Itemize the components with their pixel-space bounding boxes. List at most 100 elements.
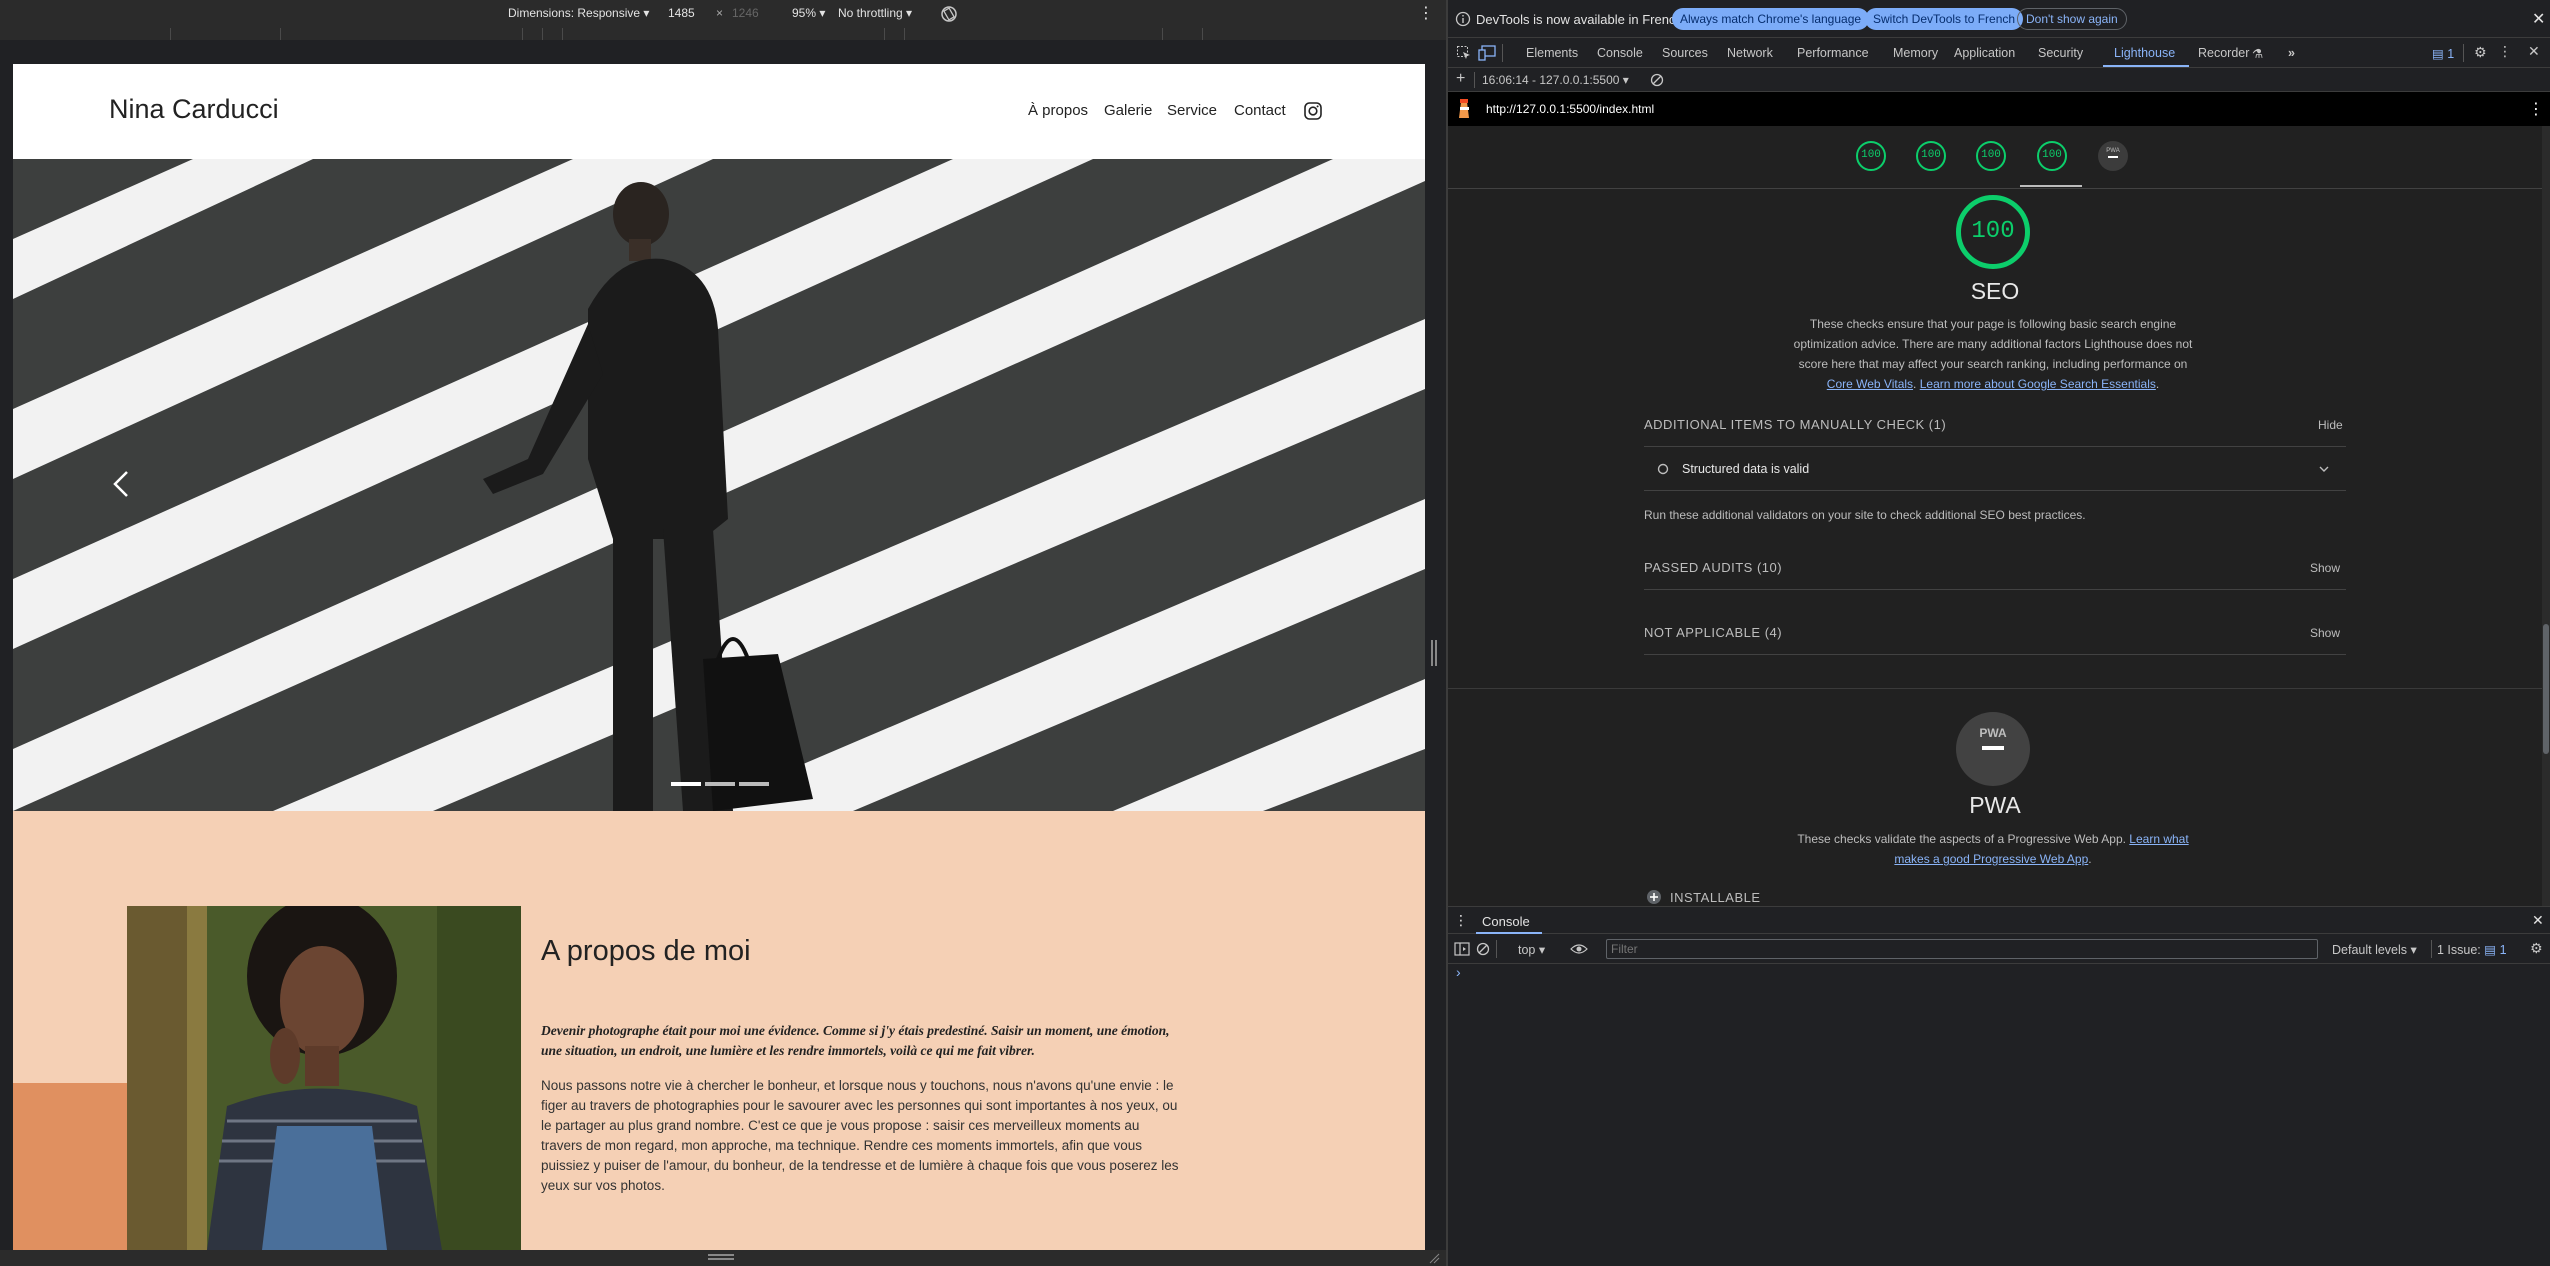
- context-selector[interactable]: top ▾: [1518, 942, 1545, 957]
- console-settings-icon[interactable]: ⚙: [2530, 940, 2543, 957]
- issues-counter[interactable]: ▤ 1: [2432, 46, 2454, 61]
- tab-console[interactable]: Console: [1597, 46, 1643, 60]
- manual-audit-circle-icon: [1657, 463, 1669, 475]
- zoom-label: 95%: [792, 6, 817, 20]
- nav-link-service[interactable]: Service: [1167, 102, 1217, 119]
- issues-count: 1: [2447, 47, 2455, 61]
- context-label: top: [1518, 943, 1536, 957]
- carousel-indicator-3[interactable]: [739, 782, 769, 786]
- tab-elements[interactable]: Elements: [1526, 46, 1578, 60]
- manual-check-label[interactable]: ADDITIONAL ITEMS TO MANUALLY CHECK (1): [1644, 417, 1946, 432]
- dismiss-button[interactable]: Don't show again: [2017, 8, 2127, 30]
- console-issues-link[interactable]: 1 Issue: ▤ 1: [2437, 942, 2507, 957]
- device-toolbar: Dimensions: Responsive ▾ 1485 × 1246 95%…: [0, 0, 1446, 28]
- score-accessibility[interactable]: 100: [1916, 141, 1946, 171]
- site-brand[interactable]: Nina Carducci: [109, 94, 279, 125]
- tab-application[interactable]: Application: [1954, 46, 2015, 60]
- dimensions-dropdown[interactable]: Dimensions: Responsive ▾: [508, 6, 649, 20]
- device-more-icon[interactable]: ⋮: [1418, 3, 1434, 23]
- devtools-tabbar: Elements Console Sources Network Perform…: [1448, 38, 2550, 68]
- drawer-tab-console[interactable]: Console: [1482, 914, 1530, 929]
- clear-reports-icon[interactable]: [1650, 73, 1664, 87]
- passed-show-button[interactable]: Show: [2310, 561, 2340, 575]
- report-scroll-thumb[interactable]: [2543, 624, 2549, 754]
- about-accent-block: [13, 1083, 127, 1250]
- switch-french-button[interactable]: Switch DevTools to French: [1865, 8, 2024, 30]
- clear-console-icon[interactable]: [1476, 942, 1490, 956]
- report-scrollbar[interactable]: [2542, 126, 2550, 906]
- more-tabs-icon[interactable]: »: [2288, 46, 2295, 60]
- seo-title: SEO: [1970, 278, 2020, 304]
- carousel-image: [13, 159, 1425, 811]
- chevron-down-icon[interactable]: [2318, 464, 2330, 474]
- learn-more-link[interactable]: Learn more about Google Search Essential…: [1920, 377, 2156, 391]
- nav-link-contact[interactable]: Contact: [1234, 102, 1286, 119]
- nav-link-galerie[interactable]: Galerie: [1104, 102, 1152, 119]
- tab-recorder[interactable]: Recorder: [2198, 46, 2249, 60]
- na-show-button[interactable]: Show: [2310, 626, 2340, 640]
- pwa-title: PWA: [1969, 792, 2021, 818]
- nav-link-apropos[interactable]: À propos: [1028, 102, 1088, 119]
- console-sidebar-icon[interactable]: [1454, 942, 1470, 956]
- passed-audits-label[interactable]: PASSED AUDITS (10): [1644, 560, 1782, 575]
- tab-performance[interactable]: Performance: [1797, 46, 1869, 60]
- zoom-dropdown[interactable]: 95% ▾: [792, 6, 825, 20]
- tab-memory[interactable]: Memory: [1893, 46, 1938, 60]
- language-infobar: DevTools is now available in French! Alw…: [1448, 0, 2550, 38]
- seo-gauge: 100: [1956, 195, 2030, 269]
- report-selector-label: 16:06:14 - 127.0.0.1:5500: [1482, 73, 1620, 87]
- close-devtools-icon[interactable]: ✕: [2528, 43, 2540, 60]
- tab-network[interactable]: Network: [1727, 46, 1773, 60]
- console-output[interactable]: ›: [1448, 964, 2550, 1266]
- console-prompt[interactable]: ›: [1456, 964, 1461, 980]
- not-applicable-label[interactable]: NOT APPLICABLE (4): [1644, 625, 1782, 640]
- installable-label[interactable]: INSTALLABLE: [1670, 890, 1761, 905]
- hero-carousel[interactable]: [13, 159, 1425, 811]
- instagram-icon[interactable]: [1303, 101, 1323, 121]
- manual-note: Run these additional validators on your …: [1644, 508, 2086, 522]
- corner-resize-icon[interactable]: [1428, 1252, 1440, 1264]
- score-performance[interactable]: 100: [1856, 141, 1886, 171]
- throttling-label: No throttling: [838, 6, 903, 20]
- height-input[interactable]: 1246: [732, 6, 759, 20]
- score-seo[interactable]: 100: [2037, 141, 2067, 171]
- live-expression-eye-icon[interactable]: [1570, 942, 1588, 956]
- throttling-dropdown[interactable]: No throttling ▾: [838, 6, 912, 20]
- drawer-menu-icon[interactable]: ⋮: [1454, 912, 1468, 929]
- score-pwa[interactable]: PWA: [2098, 141, 2128, 171]
- close-infobar-icon[interactable]: ✕: [2532, 9, 2545, 29]
- pwa-badge: PWA: [1956, 712, 2030, 786]
- width-input[interactable]: 1485: [668, 6, 695, 20]
- devtools-menu-icon[interactable]: ⋮: [2498, 43, 2512, 60]
- score-best-practices[interactable]: 100: [1976, 141, 2006, 171]
- inspect-element-icon[interactable]: [1456, 45, 1472, 61]
- tab-lighthouse[interactable]: Lighthouse: [2114, 46, 2175, 60]
- pwa-badge-label: PWA: [1979, 726, 2007, 740]
- log-levels-dropdown[interactable]: Default levels ▾: [2332, 942, 2417, 957]
- score-underline: [2020, 185, 2082, 187]
- structured-data-audit[interactable]: Structured data is valid: [1682, 462, 1809, 476]
- core-web-vitals-link[interactable]: Core Web Vitals: [1827, 377, 1913, 391]
- manual-hide-button[interactable]: Hide: [2318, 418, 2343, 432]
- report-menu-icon[interactable]: ⋮: [2528, 99, 2544, 119]
- tab-security[interactable]: Security: [2038, 46, 2083, 60]
- pwa-mini-label: PWA: [2106, 148, 2120, 154]
- tab-sources[interactable]: Sources: [1662, 46, 1708, 60]
- close-drawer-icon[interactable]: ✕: [2532, 912, 2544, 929]
- rotate-icon[interactable]: [938, 3, 960, 25]
- new-report-icon[interactable]: +: [1456, 70, 1465, 88]
- report-selector[interactable]: 16:06:14 - 127.0.0.1:5500 ▾: [1482, 73, 1629, 87]
- carousel-indicator-1[interactable]: [671, 782, 701, 786]
- carousel-prev-icon[interactable]: [109, 469, 133, 499]
- viewport-resize-bar[interactable]: [0, 1250, 1446, 1266]
- device-toggle-icon[interactable]: [1478, 45, 1496, 61]
- match-language-button[interactable]: Always match Chrome's language: [1672, 8, 1870, 30]
- console-issues-label: 1 Issue:: [2437, 943, 2481, 957]
- viewport-side-resize[interactable]: [1430, 640, 1438, 670]
- settings-icon[interactable]: ⚙: [2474, 44, 2487, 61]
- site-header: Nina Carducci À propos Galerie Service C…: [13, 64, 1425, 159]
- report-url[interactable]: http://127.0.0.1:5500/index.html: [1486, 102, 1654, 116]
- carousel-indicator-2[interactable]: [705, 782, 735, 786]
- console-filter-input[interactable]: [1606, 939, 2318, 959]
- media-query-ruler[interactable]: [0, 28, 1446, 40]
